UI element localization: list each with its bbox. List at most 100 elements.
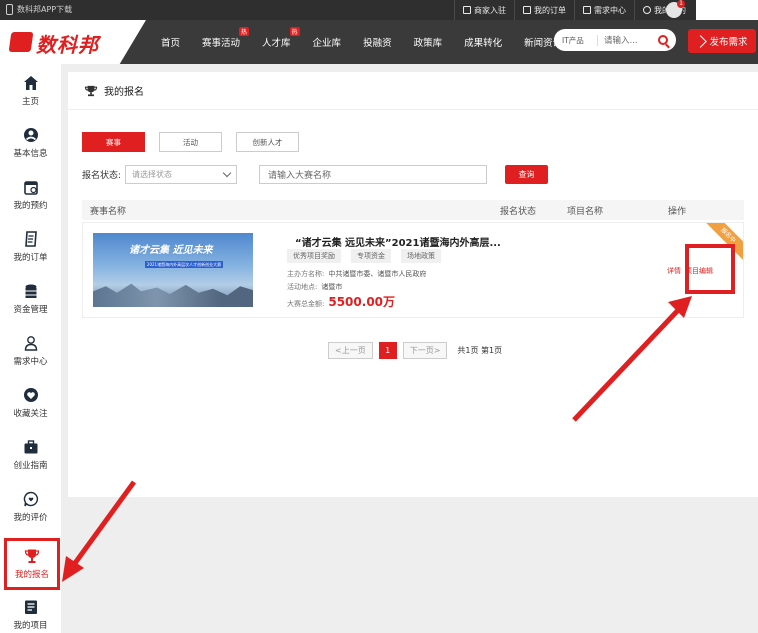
search-icon[interactable] [658, 35, 668, 45]
competition-name-input[interactable]: 请输入大赛名称 [259, 165, 487, 184]
host-value: 中共诸暨市委、诸暨市人民政府 [328, 270, 427, 278]
hot-badge: 热 [289, 27, 300, 36]
sidebar-item-favorites[interactable]: 收藏关注 [0, 378, 61, 428]
sidebar-item-funds[interactable]: 资金管理 [0, 274, 61, 324]
nav-item-home[interactable]: 首页 [150, 35, 191, 49]
sidebar-item-profile[interactable]: 基本信息 [0, 118, 61, 168]
heart-icon [23, 388, 38, 402]
order-icon [523, 6, 531, 14]
prize-label: 大赛总金额: [287, 300, 325, 308]
place-line: 活动地点: 诸暨市 [287, 282, 342, 292]
top-links: 商家入驻 我的订单 需求中心 我的预约 [454, 0, 694, 20]
trophy-icon [84, 85, 98, 96]
notification-badge: 1 [677, 0, 685, 8]
status-select[interactable]: 请选择状态 [125, 165, 238, 184]
hot-badge: 热 [239, 27, 250, 36]
user-icon [23, 128, 38, 142]
calendar-icon [23, 181, 38, 195]
nav-item-events[interactable]: 赛事活动 热 [191, 27, 251, 49]
nav-label: 成果转化 [464, 38, 503, 49]
competition-title[interactable]: “诸才云集 远见未来”2021诸暨海内外高层... [295, 234, 501, 249]
next-page-button[interactable]: 下一页> [402, 342, 448, 359]
nav-label: 政策库 [413, 38, 443, 49]
header-search: IT产品 请输入... [554, 29, 676, 51]
nav-label: 企业库 [312, 38, 342, 49]
host-label: 主办方名称: [287, 270, 325, 278]
main-nav: 首页 赛事活动热 人才库热 企业库 投融资 政策库 成果转化 新闻资讯 [150, 20, 573, 64]
banner-title: 诸才云集 近见未来 [129, 245, 213, 256]
app-download-link[interactable]: 数科邦APP下载 [6, 4, 72, 15]
top-link-demand[interactable]: 需求中心 [574, 0, 634, 20]
page-info: 共1页 第1页 [457, 346, 503, 355]
nav-item-transfer[interactable]: 成果转化 [453, 35, 513, 49]
chevron-down-icon [222, 168, 232, 178]
top-link-label: 需求中心 [594, 5, 626, 15]
sidebar-item-reviews[interactable]: 我的评价 [0, 482, 61, 532]
person-icon [24, 336, 37, 351]
prev-page-button[interactable]: <上一页 [328, 342, 373, 359]
sidebar: 主页 基本信息 我的预约 我的订单 资金管理 需求中心 收藏关注 创业指南 我的… [0, 64, 61, 633]
page-title: 我的报名 [104, 87, 144, 98]
publish-demand-button[interactable]: 发布需求 [688, 29, 756, 53]
competition-banner-image[interactable]: 诸才云集 近见未来 2021诸暨海内外高层次人才创新创业大赛 [93, 233, 253, 307]
sidebar-item-label: 需求中心 [13, 357, 48, 367]
sidebar-item-label: 基本信息 [13, 149, 48, 159]
home-icon [23, 76, 38, 90]
top-link-merchant[interactable]: 商家入驻 [454, 0, 514, 20]
query-button[interactable]: 查询 [505, 165, 548, 184]
top-link-orders[interactable]: 我的订单 [514, 0, 574, 20]
host-line: 主办方名称: 中共诸暨市委、诸暨市人民政府 [287, 269, 426, 279]
logo-mark-icon [8, 32, 34, 52]
page-number-button[interactable]: 1 [378, 342, 397, 359]
tab-activities[interactable]: 活动 [159, 132, 222, 152]
registration-tabs: 赛事 活动 创新人才 [82, 132, 299, 152]
prize-line: 大赛总金额: 5500.00万 [287, 293, 395, 310]
sidebar-item-label: 主页 [21, 97, 39, 107]
tag: 专项资金 [351, 249, 391, 263]
top-link-appointment[interactable]: 我的预约 [634, 0, 694, 20]
annotation-highlight-box [685, 244, 735, 294]
tab-innovative-talent[interactable]: 创新人才 [236, 132, 299, 152]
search-input[interactable]: 请输入... [598, 34, 658, 46]
sidebar-item-orders[interactable]: 我的订单 [0, 222, 61, 272]
prize-value: 5500.00万 [328, 295, 396, 309]
user-account-box[interactable] [696, 0, 758, 20]
sidebar-item-startup-guide[interactable]: 创业指南 [0, 430, 61, 480]
sidebar-item-projects[interactable]: 我的项目 [0, 590, 61, 633]
trophy-icon [24, 549, 40, 563]
phone-icon [6, 4, 13, 15]
nav-item-companies[interactable]: 企业库 [302, 35, 353, 49]
sidebar-item-label: 我的预约 [13, 201, 48, 211]
nav-label: 首页 [161, 38, 181, 49]
nav-item-talent[interactable]: 人才库 热 [251, 27, 302, 49]
sidebar-item-label: 资金管理 [13, 305, 48, 315]
sidebar-item-home[interactable]: 主页 [0, 66, 61, 116]
competition-name-placeholder: 请输入大赛名称 [268, 171, 332, 181]
tag: 场地政策 [401, 249, 441, 263]
app-download-label: 数科邦APP下载 [17, 5, 73, 14]
table-header: 赛事名称 报名状态 项目名称 操作 [82, 200, 744, 220]
tab-competitions[interactable]: 赛事 [82, 132, 145, 152]
sidebar-item-label: 收藏关注 [13, 409, 48, 419]
logo[interactable]: 数科邦 [0, 20, 146, 64]
page-header: 我的报名 [68, 72, 758, 110]
order-icon [24, 231, 37, 247]
sidebar-item-label: 我的评价 [13, 513, 48, 523]
logo-text: 数科邦 [36, 33, 99, 57]
sidebar-item-demand[interactable]: 需求中心 [0, 326, 61, 376]
details-link[interactable]: 详情 [667, 266, 681, 276]
banner-cityscape [93, 283, 253, 307]
column-header: 项目名称 [567, 207, 604, 217]
sidebar-item-label: 创业指南 [13, 461, 48, 471]
place-value: 诸暨市 [321, 283, 343, 291]
bell-icon[interactable]: 1 [666, 0, 685, 18]
search-category-select[interactable]: IT产品 [554, 34, 598, 46]
briefcase-icon [24, 440, 37, 454]
sidebar-item-appointments[interactable]: 我的预约 [0, 170, 61, 220]
main-header: 数科邦 首页 赛事活动热 人才库热 企业库 投融资 政策库 成果转化 新闻资讯 … [0, 20, 758, 64]
column-header: 赛事名称 [90, 207, 127, 217]
sidebar-item-my-registration[interactable]: 我的报名 [4, 538, 60, 590]
nav-item-policy[interactable]: 政策库 [403, 35, 454, 49]
folder-icon [24, 600, 37, 614]
nav-item-investment[interactable]: 投融资 [352, 35, 403, 49]
